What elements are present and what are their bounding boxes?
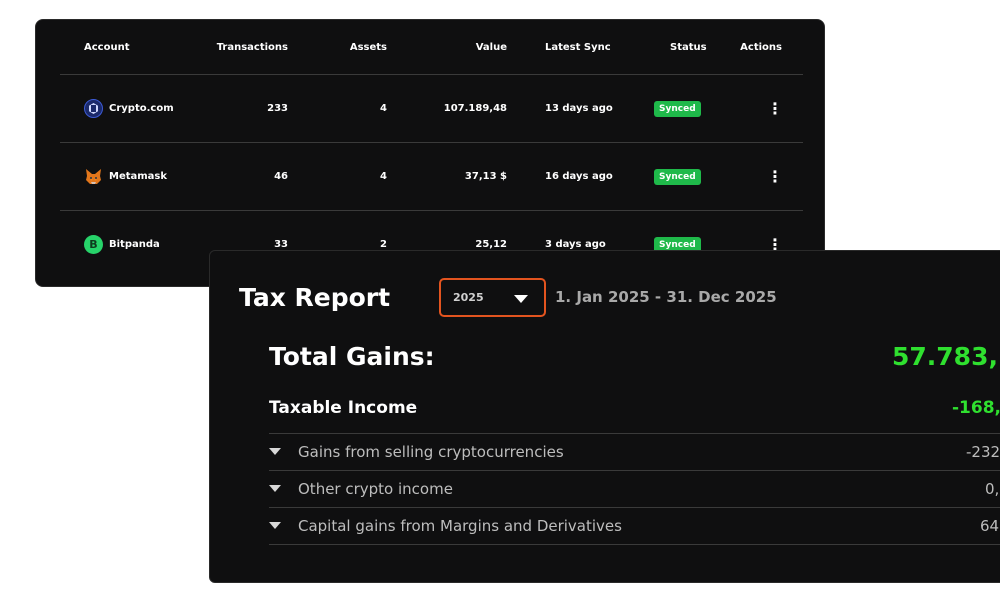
transactions-count: 46: [274, 171, 288, 182]
account-name: Crypto.com: [109, 103, 174, 114]
column-header-transactions[interactable]: Transactions: [217, 20, 288, 74]
status-badge: Synced: [654, 168, 701, 185]
income-category-label: Capital gains from Margins and Derivativ…: [298, 517, 622, 535]
column-header-status[interactable]: Status: [670, 20, 707, 74]
tax-report-card: Tax Report 2025 1. Jan 2025 - 31. Dec 20…: [209, 250, 1000, 583]
actions-cell: ⋮: [767, 75, 783, 142]
income-category-label: Other crypto income: [298, 480, 453, 498]
caret-down-icon[interactable]: [269, 485, 281, 492]
income-category-value: -232,: [966, 443, 1000, 461]
chevron-down-icon: [514, 295, 528, 303]
accounts-table-card: Account Transactions Assets Value Latest…: [35, 19, 825, 287]
caret-down-icon[interactable]: [269, 448, 281, 455]
account-cell: Bitpanda: [84, 211, 160, 278]
latest-sync: 13 days ago: [545, 103, 613, 114]
income-category-value: 64: [980, 517, 1000, 535]
account-cell: Crypto.com: [84, 75, 174, 142]
more-options-icon[interactable]: ⋮: [767, 168, 783, 185]
account-name: Bitpanda: [109, 239, 160, 250]
actions-cell: ⋮: [767, 143, 783, 210]
status-cell: Synced: [654, 75, 701, 142]
column-header-account[interactable]: Account: [84, 20, 129, 74]
column-header-latest-sync[interactable]: Latest Sync: [545, 20, 611, 74]
more-options-icon[interactable]: ⋮: [767, 100, 783, 117]
account-name: Metamask: [109, 171, 168, 182]
table-row[interactable]: Metamask 46 4 37,13 $ 16 days ago Synced…: [60, 143, 803, 211]
transactions-count: 233: [267, 103, 288, 114]
bitpanda-logo-icon: [84, 235, 103, 254]
income-category-row[interactable]: Gains from selling cryptocurrencies -232…: [269, 434, 1000, 471]
accounts-table-header: Account Transactions Assets Value Latest…: [60, 20, 803, 75]
assets-count: 4: [380, 103, 387, 114]
taxable-income-label: Taxable Income: [269, 398, 418, 418]
status-badge: Synced: [654, 100, 701, 117]
divider: [269, 544, 1000, 545]
column-header-actions: Actions: [740, 41, 782, 53]
assets-count: 4: [380, 171, 387, 182]
year-select-value: 2025: [453, 291, 484, 304]
year-select[interactable]: 2025: [439, 278, 546, 317]
total-gains-value: 57.783,17: [892, 342, 1000, 371]
metamask-logo-icon: [84, 167, 103, 186]
column-header-value[interactable]: Value: [476, 20, 507, 74]
status-cell: Synced: [654, 143, 701, 210]
account-value: 37,13 $: [464, 171, 507, 182]
account-value: 107.189,48: [443, 103, 507, 114]
income-category-row[interactable]: Capital gains from Margins and Derivativ…: [269, 508, 1000, 545]
report-period: 1. Jan 2025 - 31. Dec 2025: [555, 288, 777, 306]
crypto-com-logo-icon: [84, 99, 103, 118]
column-header-assets[interactable]: Assets: [350, 20, 387, 74]
income-category-value: 0,0: [985, 480, 1000, 498]
total-gains-label: Total Gains:: [269, 342, 435, 371]
taxable-income-value: -168,0: [952, 398, 1000, 418]
income-category-row[interactable]: Other crypto income 0,0: [269, 471, 1000, 508]
tax-report-title: Tax Report: [239, 283, 391, 312]
account-cell: Metamask: [84, 143, 167, 210]
table-row[interactable]: Crypto.com 233 4 107.189,48 13 days ago …: [60, 75, 803, 143]
income-category-label: Gains from selling cryptocurrencies: [298, 443, 564, 461]
latest-sync: 16 days ago: [545, 171, 613, 182]
caret-down-icon[interactable]: [269, 522, 281, 529]
